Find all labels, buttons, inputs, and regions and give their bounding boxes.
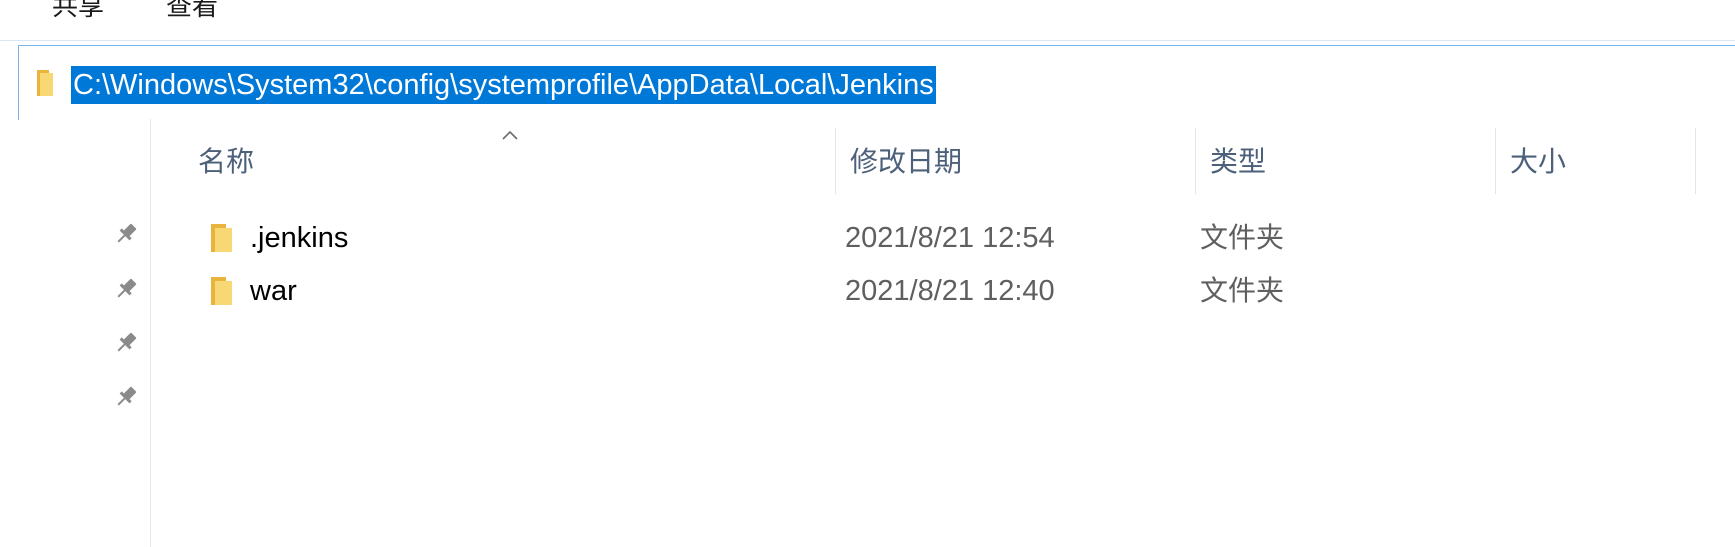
column-header-type[interactable]: 类型 bbox=[1210, 130, 1266, 194]
column-divider[interactable] bbox=[1195, 128, 1196, 194]
column-header-size[interactable]: 大小 bbox=[1510, 130, 1566, 194]
address-bar[interactable]: C:\Windows\System32\config\systemprofile… bbox=[18, 45, 1735, 120]
ribbon-tab-view[interactable]: 查看 bbox=[166, 0, 218, 24]
ribbon: 共享 查看 bbox=[0, 0, 1735, 41]
sort-ascending-icon bbox=[502, 130, 518, 140]
file-type: 文件夹 bbox=[1200, 221, 1285, 254]
column-header-name[interactable]: 名称 bbox=[198, 130, 254, 194]
address-path-input[interactable]: C:\Windows\System32\config\systemprofile… bbox=[71, 66, 936, 104]
file-modified: 2021/8/21 12:40 bbox=[845, 275, 1055, 307]
pin-icon[interactable] bbox=[112, 329, 140, 357]
file-row[interactable]: .jenkins 2021/8/21 12:54 文件夹 bbox=[190, 212, 1690, 264]
column-header-modified[interactable]: 修改日期 bbox=[850, 130, 962, 194]
folder-icon bbox=[211, 224, 232, 252]
pin-icon[interactable] bbox=[112, 275, 140, 303]
ribbon-tab-share[interactable]: 共享 bbox=[52, 0, 104, 24]
column-divider[interactable] bbox=[1695, 128, 1696, 194]
file-name[interactable]: .jenkins bbox=[250, 212, 348, 264]
file-modified: 2021/8/21 12:54 bbox=[845, 222, 1055, 254]
folder-icon bbox=[37, 70, 53, 96]
folder-icon bbox=[211, 277, 232, 305]
pin-icon[interactable] bbox=[112, 383, 140, 411]
pin-icon[interactable] bbox=[112, 220, 140, 248]
column-divider[interactable] bbox=[1495, 128, 1496, 194]
column-divider[interactable] bbox=[835, 128, 836, 194]
file-name[interactable]: war bbox=[250, 265, 297, 317]
file-type: 文件夹 bbox=[1200, 274, 1285, 307]
navigation-pane bbox=[0, 119, 151, 547]
file-row[interactable]: war 2021/8/21 12:40 文件夹 bbox=[190, 265, 1690, 317]
